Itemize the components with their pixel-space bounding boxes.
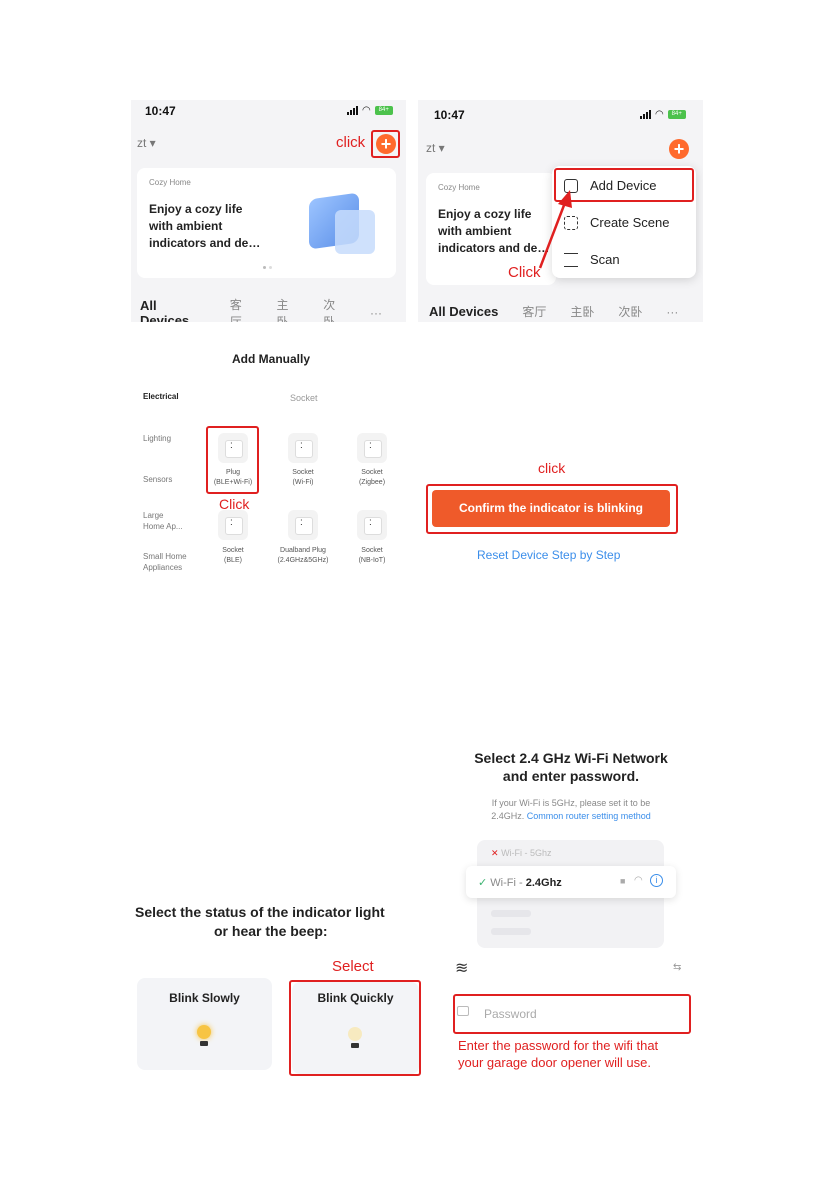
status-time: 10:47 <box>434 108 465 122</box>
wifi-status-icon: ◠ <box>362 105 371 116</box>
socket-ble-tile[interactable] <box>218 510 248 540</box>
home-screen-panel-left: 10:47 ◠ 84+ zt ▾ click + Cozy Home Enjoy… <box>131 100 406 322</box>
banner-label: Cozy Home <box>149 178 191 187</box>
wifi-status-icon: ◠ <box>655 109 664 120</box>
carousel-dots <box>263 266 275 269</box>
arrow-annotation <box>538 190 572 269</box>
room-tabs: All Devices 客厅 主卧 次卧 ··· <box>429 303 702 320</box>
tab-room-3[interactable]: 次卧 <box>323 296 346 322</box>
device-label: Socket (Zigbee) <box>358 469 386 486</box>
click-annotation: click <box>336 134 366 151</box>
router-setting-link[interactable]: Common router setting method <box>527 811 651 821</box>
socket-nbiot-tile[interactable] <box>357 510 387 540</box>
tab-all-devices[interactable]: All Devices <box>140 298 206 322</box>
home-selector[interactable]: zt ▾ <box>137 136 156 150</box>
socket-section-label: Socket <box>290 393 318 403</box>
wifi-title-line-1: Select 2.4 GHz Wi-Fi Network <box>474 750 668 766</box>
banner-line-3: indicators and de… <box>149 236 261 250</box>
password-note-line-2: your garage door opener will use. <box>458 1055 651 1070</box>
battery-icon: 84+ <box>374 106 393 115</box>
device-label: Dualband Plug (2.4GHz&5GHz) <box>277 547 329 564</box>
lock-icon <box>457 1006 469 1016</box>
tab-room-1[interactable]: 客厅 <box>230 296 253 322</box>
home-screen-panel-right: 10:47 ◠ 84+ zt ▾ + Cozy Home Enjoy a coz… <box>418 100 703 322</box>
highlight-box <box>289 980 421 1076</box>
banner-line-1: Enjoy a cozy life <box>149 202 243 216</box>
wifi-5g-item[interactable]: ✕ Wi-Fi - 5Ghz <box>491 848 552 859</box>
skeleton-line <box>491 910 531 917</box>
category-sensors[interactable]: Sensors <box>143 474 172 485</box>
unavailable-icon: ✕ <box>491 848 499 858</box>
wifi-sub-line-1: If your Wi-Fi is 5GHz, please set it to … <box>491 798 651 808</box>
dualband-plug-tile[interactable] <box>288 510 318 540</box>
blink-slowly-label: Blink Slowly <box>169 991 240 1005</box>
password-input[interactable]: Password <box>484 1007 537 1021</box>
tab-room-1[interactable]: 客厅 <box>522 303 546 320</box>
device-label: Socket (NB-IoT) <box>358 547 386 564</box>
click-annotation: Click <box>219 496 250 512</box>
menu-create-scene-label: Create Scene <box>590 215 670 230</box>
blink-slowly-option[interactable]: Blink Slowly <box>137 978 272 1070</box>
menu-scan-label: Scan <box>590 252 620 267</box>
tab-room-2[interactable]: 主卧 <box>570 303 594 320</box>
menu-create-scene[interactable]: Create Scene <box>564 215 670 230</box>
indicator-title-line-1: Select the status of the indicator light <box>135 904 385 920</box>
home-banner-card: Cozy Home Enjoy a cozy life with ambient… <box>137 168 396 278</box>
banner-line-3: indicators and de… <box>438 241 550 255</box>
category-large-home[interactable]: Large Home Ap... <box>143 510 183 532</box>
click-annotation: click <box>538 460 566 476</box>
wifi-icon: ≋ <box>455 960 469 977</box>
category-lighting[interactable]: Lighting <box>143 433 171 444</box>
category-electrical[interactable]: Electrical <box>143 391 179 402</box>
tab-room-3[interactable]: 次卧 <box>618 303 642 320</box>
wifi-title-line-2: and enter password. <box>502 768 640 784</box>
device-label: Socket (BLE) <box>222 547 244 564</box>
password-note-line-1: Enter the password for the wifi that <box>458 1038 659 1053</box>
highlight-box <box>426 484 678 534</box>
category-small-home[interactable]: Small Home Appliances <box>143 551 187 573</box>
bulb-on-icon <box>197 1025 211 1039</box>
banner-line-2: with ambient <box>149 219 223 233</box>
device-label: Socket (Wi-Fi) <box>292 469 314 486</box>
switch-network-icon[interactable]: ⇆ <box>673 962 681 973</box>
highlight-box <box>206 426 259 494</box>
signal-icon <box>347 106 358 115</box>
home-selector[interactable]: zt ▾ <box>426 141 445 155</box>
check-icon: ✓ <box>478 877 488 889</box>
banner-illustration-back <box>335 210 375 254</box>
add-plus-button[interactable]: + <box>669 139 689 159</box>
select-annotation: Select <box>332 958 374 975</box>
status-time: 10:47 <box>145 104 176 118</box>
info-icon[interactable]: i <box>650 874 663 887</box>
tab-room-2[interactable]: 主卧 <box>276 296 299 322</box>
socket-zigbee-tile[interactable] <box>357 433 387 463</box>
socket-wifi-tile[interactable] <box>288 433 318 463</box>
wifi-signal-icon: ◠ <box>634 875 643 886</box>
wifi-sub-line-2: 2.4GHz. Common router setting method <box>491 811 651 821</box>
highlight-box <box>371 130 400 158</box>
add-manually-title: Add Manually <box>232 352 311 366</box>
status-icons: ◠ 84+ <box>640 109 686 120</box>
status-icons: ◠ 84+ <box>347 105 393 116</box>
more-tabs-icon[interactable]: ··· <box>370 306 382 320</box>
banner-line-2: with ambient <box>438 224 512 238</box>
tab-all-devices[interactable]: All Devices <box>429 304 498 319</box>
lock-icon: ■ <box>620 876 626 886</box>
indicator-title-line-2: or hear the beep: <box>214 923 328 939</box>
banner-label: Cozy Home <box>438 183 480 192</box>
skeleton-line <box>491 928 531 935</box>
bulb-base <box>200 1041 208 1046</box>
reset-device-link[interactable]: Reset Device Step by Step <box>477 548 620 562</box>
battery-icon: 84+ <box>667 110 686 119</box>
wifi-24g-selected-item[interactable]: ✓ Wi-Fi - 2.4Ghz ■ ◠ i <box>466 866 676 898</box>
signal-icon <box>640 110 651 119</box>
room-tabs: All Devices 客厅 主卧 次卧 ··· <box>140 296 406 322</box>
banner-line-1: Enjoy a cozy life <box>438 207 532 221</box>
more-tabs-icon[interactable]: ··· <box>666 305 678 319</box>
